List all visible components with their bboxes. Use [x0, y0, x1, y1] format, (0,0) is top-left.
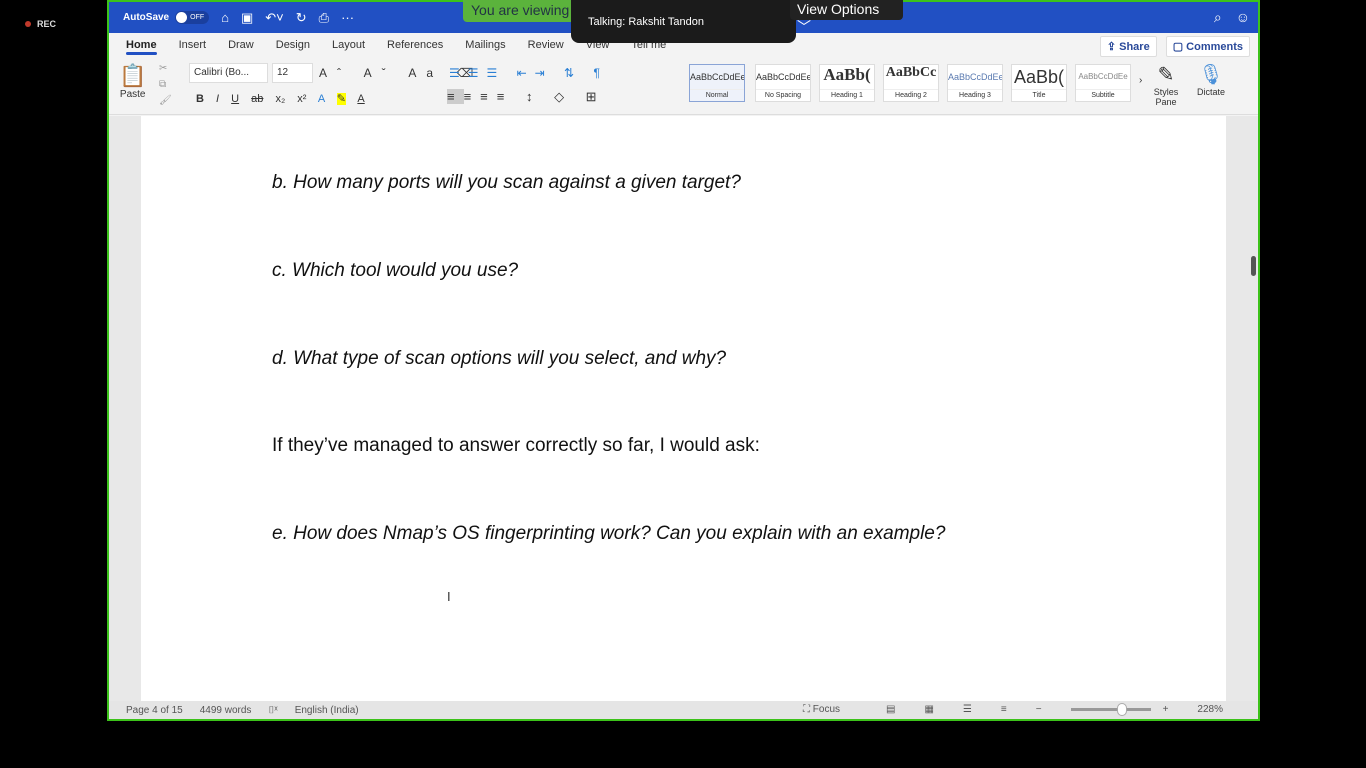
paragraph: If they’ve managed to answer correctly s…	[272, 435, 760, 456]
web-layout-icon[interactable]: ▦	[924, 704, 933, 715]
style-normal[interactable]: AaBbCcDdEe Normal	[689, 64, 745, 102]
question-c: c. Which tool would you use?	[272, 260, 519, 281]
zoom-slider[interactable]	[1070, 703, 1151, 716]
more-icon[interactable]: ···	[341, 10, 354, 25]
redo-icon[interactable]: ↻	[296, 10, 307, 26]
style-no-spacing[interactable]: AaBbCcDdEe No Spacing	[755, 64, 811, 102]
zoom-in-icon[interactable]: +	[1163, 704, 1169, 715]
question-d: d. What type of scan options will you se…	[272, 348, 727, 369]
zoom-out-icon[interactable]: −	[1036, 704, 1042, 715]
style-heading-3[interactable]: AaBbCcDdEe Heading 3	[947, 64, 1003, 102]
text-cursor-icon: I	[447, 589, 451, 604]
status-bar: Page 4 of 15 4499 words ⌷ˣ English (Indi…	[109, 701, 1258, 719]
document-area: b. How many ports will you scan against …	[109, 116, 1258, 701]
page-count[interactable]: Page 4 of 15	[126, 705, 183, 716]
home-icon[interactable]: ⌂	[221, 10, 229, 25]
language[interactable]: English (India)	[295, 705, 359, 716]
styles-pane-button[interactable]: ✎ Styles Pane	[1151, 62, 1181, 107]
draft-icon[interactable]: ≡	[1001, 704, 1007, 715]
ribbon: 📋 Paste ✂ ⧉ 🖌 Calibri (Bo... 12 Aˆ Aˇ Aa ⌫ …	[109, 57, 1258, 115]
clipboard-icon: 📋	[119, 63, 147, 88]
tab-home[interactable]: Home	[126, 35, 157, 55]
word-count[interactable]: 4499 words	[200, 705, 252, 716]
paste-button[interactable]: 📋 Paste	[119, 63, 146, 100]
tab-layout[interactable]: Layout	[332, 35, 365, 55]
record-dot-icon	[25, 21, 31, 27]
talking-indicator: Talking: Rakshit Tandon	[571, 0, 796, 43]
styles-pane-icon: ✎	[1157, 64, 1175, 86]
styles-more-chevron-icon[interactable]: ›	[1139, 75, 1142, 86]
word-window: AutoSave OFF ⌂ ▣ ↶˅ ↻ ⎙ ··· ⌕ ☺ Home Inse…	[107, 0, 1260, 721]
tab-insert[interactable]: Insert	[179, 35, 207, 55]
format-buttons[interactable]: B I U ab x₂ x² A ✎ A	[196, 92, 365, 105]
rec-label: REC	[37, 19, 57, 29]
vertical-scrollbar[interactable]	[1251, 256, 1256, 276]
microphone-icon: 🎙	[1198, 64, 1224, 86]
alignment-buttons[interactable]: ≡≡≡≡ ↕ ◇ ⊞	[447, 89, 606, 105]
print-icon[interactable]: ⎙	[319, 10, 329, 26]
feedback-smiley-icon[interactable]: ☺	[1236, 9, 1250, 26]
recording-indicator: REC	[25, 19, 56, 29]
style-subtitle[interactable]: AaBbCcDdEe Subtitle	[1075, 64, 1131, 102]
screen-share-banner: You are viewing	[463, 0, 575, 22]
style-heading-1[interactable]: AaBb(Heading 1	[819, 64, 875, 102]
list-buttons[interactable]: ☰☰☰ ⇤⇥ ⇅ ¶	[449, 66, 608, 80]
undo-icon[interactable]: ↶˅	[265, 10, 283, 26]
tab-draw[interactable]: Draw	[228, 35, 254, 55]
zoom-level[interactable]: 228%	[1197, 704, 1223, 715]
tab-design[interactable]: Design	[276, 35, 310, 55]
question-e: e. How does Nmap’s OS fingerprinting wor…	[272, 523, 946, 544]
proofing-icon[interactable]: ⌷ˣ	[268, 705, 277, 716]
style-title[interactable]: AaBb(Title	[1011, 64, 1067, 102]
comments-button[interactable]: ▢ Comments	[1165, 36, 1250, 57]
font-size-dropdown[interactable]: 12	[272, 63, 313, 83]
save-icon[interactable]: ▣	[241, 10, 253, 26]
tab-review[interactable]: Review	[528, 35, 564, 55]
print-layout-icon[interactable]: ▤	[886, 704, 895, 715]
question-b: b. How many ports will you scan against …	[272, 172, 741, 193]
clipboard-tools: ✂ ⧉ 🖌	[159, 61, 172, 109]
outline-icon[interactable]: ☰	[963, 704, 972, 715]
focus-button[interactable]: ⛶ Focus	[803, 704, 857, 715]
autosave-label: AutoSave	[123, 12, 170, 23]
dictate-button[interactable]: 🎙 Dictate	[1197, 62, 1225, 97]
autosave-toggle[interactable]: OFF	[175, 11, 210, 24]
tab-references[interactable]: References	[387, 35, 443, 55]
search-icon[interactable]: ⌕	[1214, 9, 1222, 26]
cut-icon[interactable]: ✂	[159, 61, 172, 77]
tab-mailings[interactable]: Mailings	[465, 35, 505, 55]
style-heading-2[interactable]: AaBbCc Heading 2	[883, 64, 939, 102]
document-page[interactable]: b. How many ports will you scan against …	[141, 116, 1226, 701]
format-painter-icon[interactable]: 🖌	[159, 93, 172, 109]
share-button[interactable]: ⇪ Share	[1099, 36, 1157, 57]
font-name-dropdown[interactable]: Calibri (Bo...	[189, 63, 268, 83]
copy-icon[interactable]: ⧉	[159, 77, 172, 93]
view-options-button[interactable]: View Options ﹀	[790, 0, 903, 35]
